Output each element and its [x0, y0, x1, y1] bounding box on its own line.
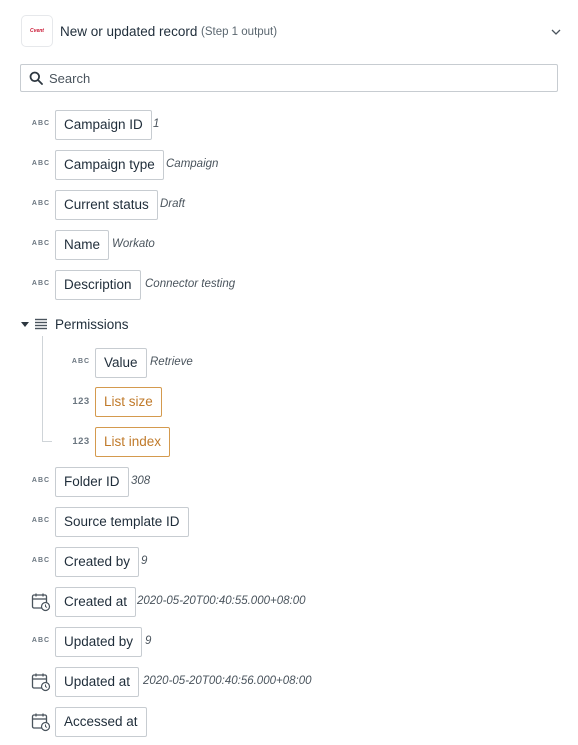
field-row: 123 List index	[0, 427, 578, 457]
field-type-badge: 123	[72, 436, 90, 447]
calendar-icon	[31, 713, 51, 732]
step-title: New or updated record	[60, 24, 198, 39]
field-row: Accessed at	[0, 707, 578, 737]
field-sample-value: 2020-05-20T00:40:55.000+08:00	[137, 595, 306, 607]
app-logo-text: Cvent	[30, 28, 44, 34]
field-row: ABC Source template ID	[0, 507, 578, 537]
field-pill[interactable]: Accessed at	[55, 707, 147, 737]
field-type-badge: ABC	[31, 637, 51, 644]
field-type-badge: ABC	[31, 200, 51, 207]
field-row: ABC Created by 9	[0, 547, 578, 577]
field-row: ABC Updated by 9	[0, 627, 578, 657]
field-type-badge: ABC	[31, 280, 51, 287]
field-row: ABC Value Retrieve	[0, 348, 578, 378]
field-pill[interactable]: Updated at	[55, 667, 140, 697]
caret-down-icon[interactable]	[20, 319, 30, 329]
list-icon	[35, 318, 47, 330]
field-type-badge: ABC	[31, 120, 51, 127]
field-type-badge: ABC	[31, 240, 51, 247]
field-sample-value: Retrieve	[150, 356, 193, 368]
field-pill[interactable]: Current status	[55, 190, 158, 220]
app-logo: Cvent	[22, 16, 52, 46]
field-row: ABC Name Workato	[0, 230, 578, 260]
field-pill[interactable]: Description	[55, 270, 141, 300]
field-row: ABC Folder ID 308	[0, 467, 578, 497]
step-subtitle: (Step 1 output)	[201, 26, 278, 38]
field-sample-value: 2020-05-20T00:40:56.000+08:00	[143, 675, 312, 687]
field-sample-value: Connector testing	[145, 278, 236, 290]
permissions-group-label[interactable]: Permissions	[55, 317, 129, 332]
field-pill[interactable]: Campaign ID	[55, 110, 152, 140]
field-row: Updated at 2020-05-20T00:40:56.000+08:00	[0, 667, 578, 697]
field-pill[interactable]: Name	[55, 230, 110, 260]
field-sample-value: 1	[153, 118, 160, 130]
field-type-badge: ABC	[31, 160, 51, 167]
search-icon	[29, 71, 43, 85]
field-row: Created at 2020-05-20T00:40:55.000+08:00	[0, 587, 578, 617]
field-sample-value: 9	[145, 635, 152, 647]
field-sample-value: Campaign	[166, 158, 219, 170]
field-pill[interactable]: List size	[95, 387, 162, 417]
field-pill[interactable]: Source template ID	[55, 507, 189, 537]
field-type-badge: ABC	[71, 358, 91, 365]
field-type-badge: ABC	[31, 557, 51, 564]
field-row: 123 List size	[0, 387, 578, 417]
field-sample-value: 9	[141, 555, 148, 567]
field-sample-value: Workato	[112, 238, 155, 250]
field-pill[interactable]: Folder ID	[55, 467, 129, 497]
search-box[interactable]	[20, 64, 558, 92]
calendar-icon	[31, 593, 51, 612]
calendar-icon	[31, 673, 51, 692]
field-sample-value: Draft	[160, 198, 185, 210]
field-type-badge: ABC	[31, 517, 51, 524]
field-pill[interactable]: Campaign type	[55, 150, 164, 180]
search-input[interactable]	[49, 69, 549, 87]
field-pill[interactable]: Value	[95, 348, 147, 378]
field-sample-value: 308	[131, 475, 151, 487]
field-row: ABC Current status Draft	[0, 190, 578, 220]
field-pill[interactable]: Updated by	[55, 627, 143, 657]
step-output-header[interactable]: Cvent New or updated record (Step 1 outp…	[0, 12, 578, 52]
chevron-down-icon[interactable]	[550, 26, 562, 38]
field-row: ABC Description Connector testing	[0, 270, 578, 300]
field-row: ABC Campaign type Campaign	[0, 150, 578, 180]
field-row: ABC Campaign ID 1	[0, 110, 578, 140]
field-type-badge: ABC	[31, 477, 51, 484]
field-type-badge: 123	[72, 396, 90, 407]
field-pill[interactable]: Created at	[55, 587, 137, 617]
field-pill[interactable]: List index	[95, 427, 171, 457]
field-pill[interactable]: Created by	[55, 547, 140, 577]
